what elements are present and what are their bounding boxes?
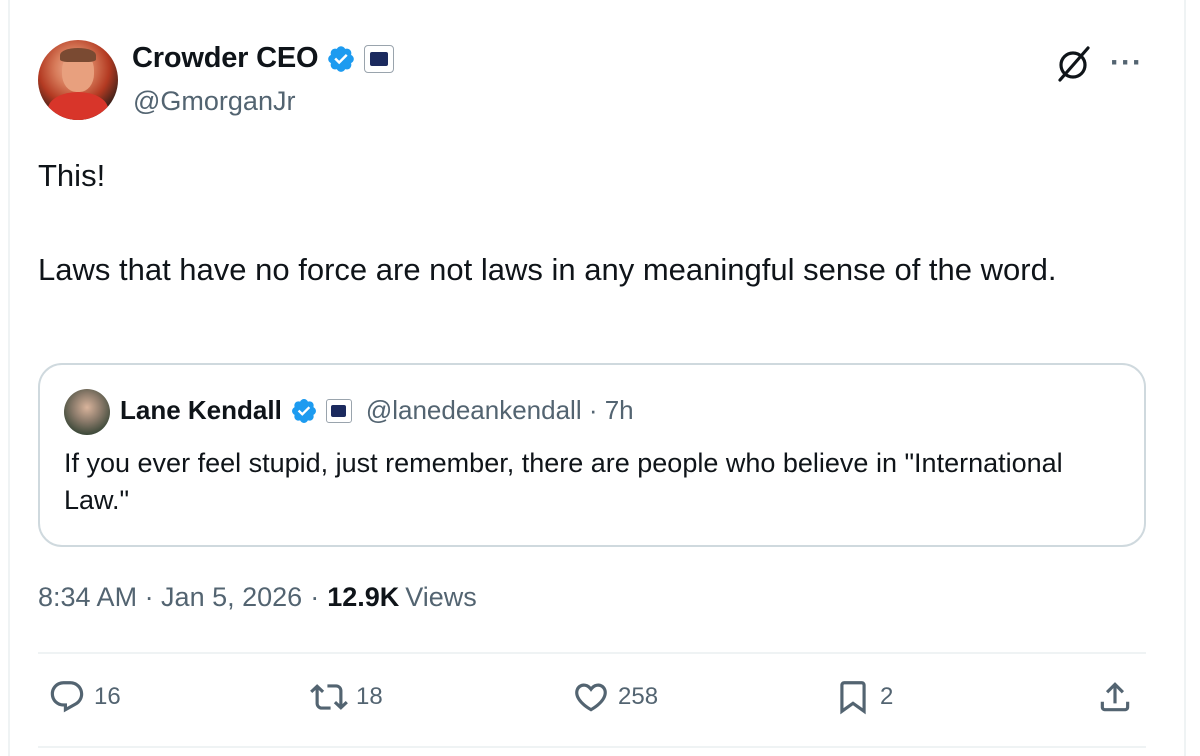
- meta-separator: ·: [310, 582, 320, 612]
- actions-top-divider: [38, 652, 1146, 654]
- repost-count: 18: [356, 683, 383, 710]
- tweet-text-spacer: [38, 199, 1158, 246]
- frame-right-border: [1184, 0, 1186, 756]
- tweet-text-line-2: Laws that have no force are not laws in …: [38, 252, 1057, 287]
- frame-left-border: [8, 0, 10, 756]
- tweet-text: This! Laws that have no force are not la…: [38, 152, 1158, 293]
- author-avatar[interactable]: [38, 40, 118, 120]
- bookmark-icon: [840, 681, 866, 715]
- like-button[interactable]: 258: [572, 678, 658, 716]
- bookmark-button[interactable]: 2: [834, 678, 893, 716]
- author-display-name[interactable]: Crowder CEO: [132, 42, 319, 75]
- actions-bottom-divider: [38, 746, 1146, 748]
- affiliate-badge-logo: [331, 404, 347, 417]
- repost-button[interactable]: 18: [310, 678, 383, 716]
- author-name-row: Crowder CEO: [132, 42, 395, 75]
- affiliate-badge-icon[interactable]: [325, 398, 352, 423]
- reply-icon: [50, 681, 84, 713]
- verified-badge-icon[interactable]: [326, 44, 356, 74]
- tweet-actions-bar: 16 18 258 2: [38, 678, 1146, 728]
- like-count: 258: [618, 683, 659, 710]
- avatar-shirt: [48, 92, 108, 120]
- tweet-timestamp[interactable]: 8:34 AM · Jan 5, 2026: [38, 582, 302, 613]
- share-button[interactable]: [1096, 678, 1134, 716]
- quoted-tweet-card[interactable]: Lane Kendall @lanedeankendall · 7h If yo…: [38, 363, 1146, 547]
- quoted-tweet-text: If you ever feel stupid, just remember, …: [64, 448, 1063, 515]
- affiliate-badge-icon[interactable]: [364, 44, 395, 73]
- views-count: 12.9K: [327, 582, 400, 612]
- bookmark-count: 2: [880, 683, 894, 710]
- tweet-meta: 8:34 AM · Jan 5, 2026 · 12.9K Views: [38, 582, 477, 613]
- grok-icon[interactable]: [1052, 42, 1096, 86]
- affiliate-badge-logo: [370, 51, 389, 66]
- reply-button[interactable]: 16: [48, 678, 121, 716]
- like-icon: [575, 683, 607, 712]
- views-label: Views: [405, 582, 477, 612]
- author-handle[interactable]: @GmorganJr: [133, 86, 295, 117]
- more-icon[interactable]: ···: [1110, 46, 1143, 80]
- quoted-author-handle-time[interactable]: @lanedeankendall · 7h: [366, 395, 634, 426]
- tweet-text-line-1: This!: [38, 158, 106, 193]
- repost-icon: [310, 684, 348, 710]
- quoted-author-name[interactable]: Lane Kendall: [120, 395, 282, 426]
- verified-badge-icon[interactable]: [290, 397, 318, 425]
- avatar-hair: [60, 48, 96, 62]
- quoted-author-avatar[interactable]: [64, 389, 110, 435]
- quoted-tweet-header: Lane Kendall @lanedeankendall · 7h: [120, 395, 634, 426]
- reply-count: 16: [94, 683, 121, 710]
- share-icon: [1100, 682, 1130, 712]
